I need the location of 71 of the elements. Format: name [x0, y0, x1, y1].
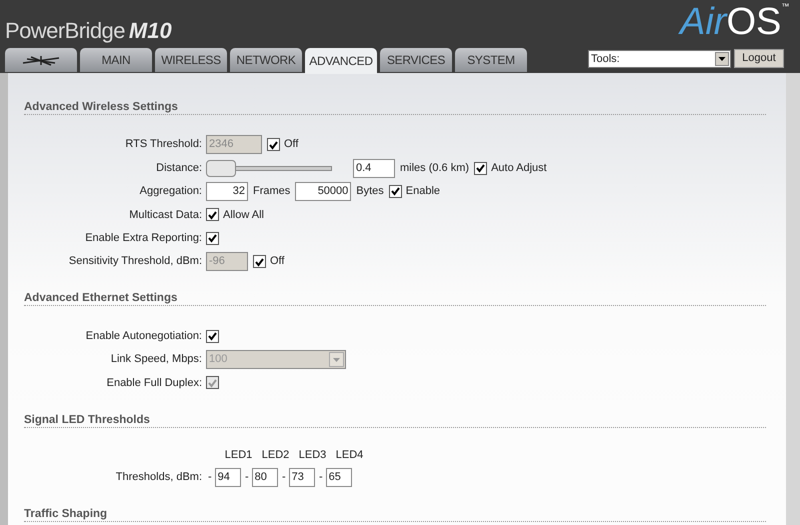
input-field[interactable]: 0.4	[353, 158, 395, 178]
nav-tab[interactable]: MAIN	[80, 48, 152, 72]
checkbox[interactable]	[267, 138, 280, 152]
input-field[interactable]: 73	[288, 468, 315, 487]
logout-button[interactable]: Logout	[734, 49, 784, 68]
led-label: LED1	[224, 448, 254, 464]
section-title: Advanced Ethernet Settings	[24, 291, 766, 306]
input-field[interactable]: 50000	[295, 182, 352, 201]
check-icon	[207, 233, 218, 244]
field-label: Enable Full Duplex:	[106, 376, 203, 391]
unit-label: Bytes	[356, 184, 384, 200]
distance-slider[interactable]	[206, 160, 332, 177]
section-title: Traffic Shaping	[24, 506, 766, 522]
section-title: Signal LED Thresholds	[24, 412, 766, 428]
input-field: 2346	[206, 135, 262, 154]
field-label: Enable Extra Reporting:	[84, 231, 203, 246]
check-icon	[254, 256, 265, 267]
field-label: Multicast Data:	[128, 208, 203, 223]
led-label: LED2	[260, 448, 290, 464]
input-field[interactable]: 94	[214, 468, 241, 487]
field-label: Distance:	[155, 160, 203, 176]
checkbox[interactable]	[206, 208, 219, 222]
section-title: Advanced Wireless Settings	[24, 100, 766, 115]
nav-tab[interactable]: SERVICES	[380, 48, 452, 72]
field-label: RTS Threshold:	[124, 137, 203, 152]
checkbox[interactable]	[474, 162, 488, 175]
check-icon	[207, 210, 218, 220]
input-field[interactable]: 80	[252, 468, 278, 487]
checkbox-label: Auto Adjust	[491, 160, 547, 176]
nav-tab[interactable]: WIRELESS	[155, 48, 227, 72]
checkbox[interactable]	[206, 232, 219, 245]
logo-tab[interactable]	[5, 48, 77, 72]
nav-tab[interactable]: NETWORK	[230, 48, 302, 72]
field-label: Link Speed, Mbps:	[110, 352, 203, 368]
checkbox-label: Off	[270, 254, 284, 270]
trademark-sign: ™	[781, 1, 790, 13]
slider-thumb[interactable]	[206, 160, 236, 177]
check-icon	[475, 163, 486, 174]
input-field: -96	[206, 252, 248, 272]
nav-tab[interactable]: SYSTEM	[455, 48, 527, 72]
checkbox-label: Enable	[406, 184, 440, 200]
checkbox-label: Allow All	[223, 208, 264, 223]
unit-label: Frames	[253, 184, 290, 200]
unit-label: miles (0.6 km)	[400, 160, 470, 176]
check-icon	[207, 331, 218, 342]
minus-sign: -	[319, 470, 323, 485]
minus-sign: -	[208, 470, 212, 485]
input-field[interactable]: 65	[326, 468, 352, 487]
field-label: Sensitivity Threshold, dBm:	[68, 254, 203, 270]
link-speed-select: 100	[206, 350, 346, 369]
field-label: Thresholds, dBm:	[114, 470, 203, 485]
field-label: Aggregation:	[138, 184, 203, 200]
check-icon	[390, 186, 401, 196]
model-name: M10	[128, 17, 172, 45]
input-field[interactable]: 32	[206, 182, 248, 201]
minus-sign: -	[245, 470, 249, 485]
check-icon	[268, 140, 279, 150]
tools-select[interactable]: Tools:	[588, 50, 731, 68]
led-label: LED4	[334, 448, 364, 464]
checkbox-label: Off	[284, 137, 298, 152]
field-label: Enable Autonegotiation:	[84, 328, 203, 344]
nav-tab[interactable]: ADVANCED	[305, 48, 377, 74]
product-name: PowerBridge	[5, 17, 125, 45]
dish-icon	[21, 54, 61, 66]
led-label: LED3	[298, 448, 328, 464]
brand-os: OS	[726, 0, 782, 44]
checkbox[interactable]	[253, 255, 266, 268]
checkbox[interactable]	[388, 184, 402, 198]
brand-air: Air	[680, 0, 726, 44]
minus-sign: -	[282, 470, 286, 485]
checkbox[interactable]	[206, 330, 219, 343]
